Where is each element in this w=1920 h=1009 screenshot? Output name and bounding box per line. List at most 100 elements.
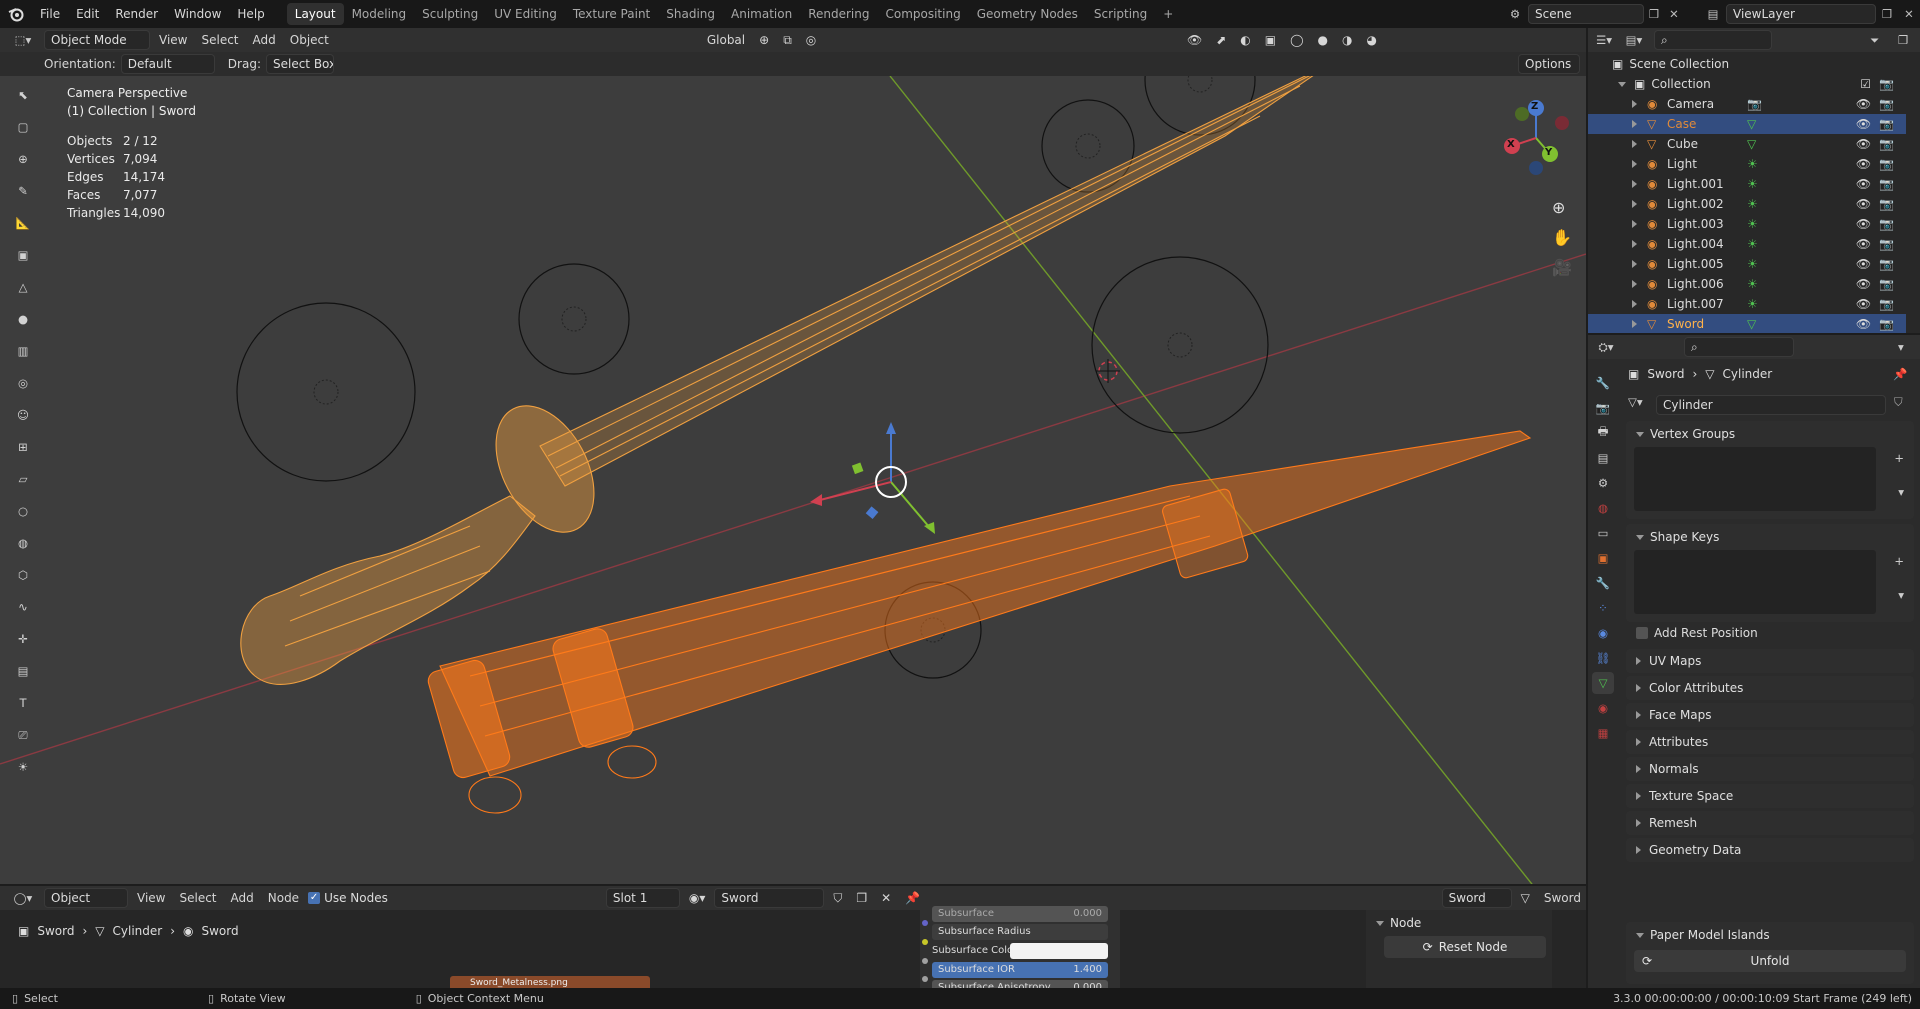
add-rest-position-checkbox[interactable]: Add Rest Position	[1636, 626, 1758, 640]
use-nodes-checkbox[interactable]: ✓ Use Nodes	[308, 891, 388, 905]
particles-tab-icon[interactable]: ⁘	[1592, 597, 1614, 619]
outliner-item-light[interactable]: ◉ Light ☀ 👁 📷	[1588, 154, 1906, 174]
physics-tab-icon[interactable]: ◉	[1592, 622, 1614, 644]
shading-material-icon[interactable]: ◑	[1337, 33, 1357, 47]
panel-attributes[interactable]: Attributes	[1626, 730, 1914, 754]
scene-icon[interactable]: ⚙	[1502, 7, 1528, 21]
outliner-item-light-002[interactable]: ◉ Light.002 ☀ 👁 📷	[1588, 194, 1906, 214]
add-cylinder-tool-icon[interactable]: ▥	[8, 336, 38, 366]
menu-object[interactable]: Object	[285, 33, 334, 47]
add-plane-tool-icon[interactable]: ▱	[8, 464, 38, 494]
modifier-tab-icon[interactable]: 🔧	[1592, 572, 1614, 594]
shader-menu-node[interactable]: Node	[263, 891, 304, 905]
transform-orientation-dropdown[interactable]: Global	[702, 33, 750, 47]
collection-checkbox[interactable]: ☑	[1860, 77, 1871, 91]
xray-icon[interactable]: ▣	[1260, 33, 1281, 47]
collection-row[interactable]: ▣ Collection ☑ 📷	[1588, 74, 1906, 94]
measure-tool-icon[interactable]: 📐	[8, 208, 38, 238]
visibility-icon[interactable]: 👁	[1182, 33, 1207, 47]
reset-node-button[interactable]: ⟳ Reset Node	[1384, 936, 1546, 958]
principled-node[interactable]: Subsurface 0.000 Subsurface Radius Subsur…	[920, 906, 1120, 988]
light-data-icon[interactable]: ☀	[1747, 157, 1767, 171]
shader-editor-type-icon[interactable]: ◯▾	[6, 891, 40, 905]
view-layer-field[interactable]: ViewLayer	[1726, 4, 1876, 24]
viewport-3d[interactable]: ⬚▾ Object Mode View Select Add Object Gl…	[0, 28, 1586, 884]
tab-compositing[interactable]: Compositing	[877, 3, 968, 25]
render-camera-icon[interactable]: 📷	[1879, 317, 1894, 331]
light-data-icon[interactable]: ☀	[1747, 297, 1767, 311]
fake-user-icon[interactable]: ⛉	[828, 891, 847, 906]
light-data-icon[interactable]: ☀	[1747, 277, 1767, 291]
fake-user-shield-icon[interactable]: ⛉	[1894, 395, 1903, 410]
scene-field[interactable]: Scene	[1528, 4, 1644, 24]
view-layer-tab-icon[interactable]: ▤	[1592, 447, 1614, 469]
panel-remesh[interactable]: Remesh	[1626, 811, 1914, 835]
material-tab-icon[interactable]: ◉	[1592, 697, 1614, 719]
navigation-gizmo[interactable]: Z Y X	[1496, 94, 1576, 178]
outliner-item-light-003[interactable]: ◉ Light.003 ☀ 👁 📷	[1588, 214, 1906, 234]
visibility-eye-icon[interactable]: 👁	[1856, 277, 1871, 291]
add-cube-tool-icon[interactable]: ▣	[8, 240, 38, 270]
render-camera-icon[interactable]: 📷	[1879, 97, 1894, 111]
expand-icon[interactable]	[1632, 160, 1637, 168]
shader-editor[interactable]: ◯▾ Object View Select Add Node ✓ Use Node…	[0, 886, 1586, 988]
image-texture-node[interactable]: Sword_Metalness.png	[450, 976, 650, 988]
add-monkey-tool-icon[interactable]: ☺	[8, 400, 38, 430]
expand-icon[interactable]	[1632, 260, 1637, 268]
outliner-item-light-001[interactable]: ◉ Light.001 ☀ 👁 📷	[1588, 174, 1906, 194]
add-sphere-tool-icon[interactable]: ●	[8, 304, 38, 334]
menu-file[interactable]: File	[32, 0, 68, 28]
options-dropdown[interactable]: Options	[1518, 54, 1580, 74]
pin-properties-icon[interactable]: 📌	[1893, 367, 1907, 381]
mesh-data-icon[interactable]: ▽	[1747, 117, 1767, 131]
expand-icon[interactable]	[1632, 220, 1637, 228]
outliner-search[interactable]: ⌕	[1654, 30, 1772, 50]
delete-view-layer-icon[interactable]: ✕	[1898, 7, 1920, 21]
add-grid-tool-icon[interactable]: ⊞	[8, 432, 38, 462]
shader-menu-select[interactable]: Select	[174, 891, 221, 905]
shape-keys-header[interactable]: Shape Keys	[1626, 524, 1914, 550]
editor-type-icon[interactable]: ⬚▾	[6, 33, 40, 47]
new-collection-icon[interactable]: ❐	[1898, 33, 1920, 47]
unfold-button[interactable]: ⟳ Unfold	[1634, 950, 1906, 972]
visibility-eye-icon[interactable]: 👁	[1856, 157, 1871, 171]
add-vertex-group-icon[interactable]: +	[1894, 451, 1904, 465]
outliner-item-light-005[interactable]: ◉ Light.005 ☀ 👁 📷	[1588, 254, 1906, 274]
outliner-item-light-004[interactable]: ◉ Light.004 ☀ 👁 📷	[1588, 234, 1906, 254]
add-text-tool-icon[interactable]: T	[8, 688, 38, 718]
add-icosphere-tool-icon[interactable]: ⬡	[8, 560, 38, 590]
outliner-item-sword[interactable]: ▽ Sword ▽ 👁 📷	[1588, 314, 1906, 333]
outliner-item-light-006[interactable]: ◉ Light.006 ☀ 👁 📷	[1588, 274, 1906, 294]
menu-window[interactable]: Window	[166, 0, 229, 28]
render-camera-icon[interactable]: 📷	[1879, 217, 1894, 231]
render-camera-icon[interactable]: 📷	[1879, 117, 1894, 131]
duplicate-material-icon[interactable]: ❐	[851, 891, 872, 905]
pin-icon[interactable]: 📌	[900, 891, 925, 905]
gizmo-toggle-icon[interactable]: ⬈	[1211, 33, 1231, 47]
mode-dropdown[interactable]: Object Mode	[44, 30, 150, 50]
material-browse-icon[interactable]: ◉▾	[684, 891, 711, 905]
light-data-icon[interactable]: ☀	[1747, 217, 1767, 231]
drag-dropdown[interactable]: Select Box	[265, 54, 334, 74]
light-data-icon[interactable]: ☀	[1747, 257, 1767, 271]
visibility-eye-icon[interactable]: 👁	[1856, 237, 1871, 251]
orientation-dropdown[interactable]: Default	[120, 54, 215, 74]
properties-type-icon[interactable]: ⛭▾	[1588, 340, 1624, 355]
outliner-item-light-007[interactable]: ◉ Light.007 ☀ 👁 📷	[1588, 294, 1906, 314]
menu-add[interactable]: Add	[248, 33, 281, 47]
new-view-layer-icon[interactable]: ❐	[1876, 7, 1898, 21]
render-camera-icon[interactable]: 📷	[1879, 277, 1894, 291]
visibility-eye-icon[interactable]: 👁	[1856, 217, 1871, 231]
shader-right-object[interactable]: Sword	[1441, 888, 1512, 908]
outliner-item-camera[interactable]: ◉ Camera 📷 👁 📷	[1588, 94, 1906, 114]
panel-uv-maps[interactable]: UV Maps	[1626, 649, 1914, 673]
render-tab-icon[interactable]: 📷	[1592, 397, 1614, 419]
delete-scene-icon[interactable]: ✕	[1664, 7, 1684, 21]
node-panel-header[interactable]: Node	[1366, 910, 1552, 936]
zoom-icon[interactable]: ⊕	[1552, 198, 1565, 217]
menu-select[interactable]: Select	[196, 33, 243, 47]
render-camera-icon[interactable]: 📷	[1879, 237, 1894, 251]
tab-uv-editing[interactable]: UV Editing	[486, 3, 565, 25]
shader-menu-add[interactable]: Add	[226, 891, 259, 905]
node-row-subsurface-ior[interactable]: Subsurface IOR 1.400	[932, 962, 1108, 978]
